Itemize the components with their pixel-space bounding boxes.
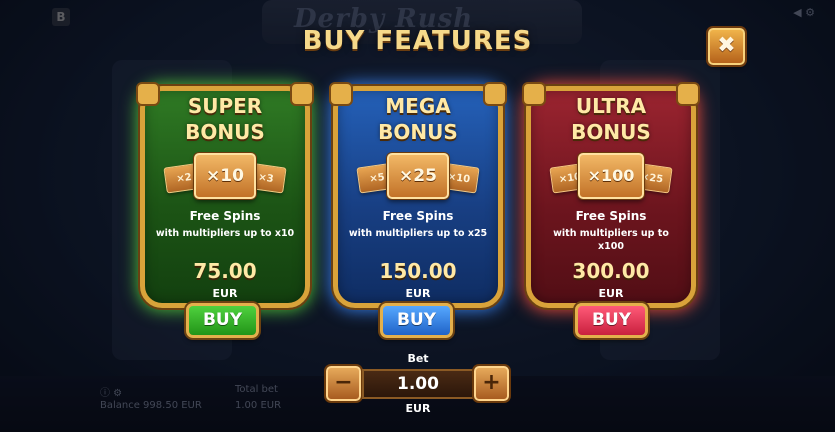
buy-super-bonus-button[interactable]: BUY: [186, 303, 259, 338]
free-spins-title: Free Spins: [575, 209, 647, 223]
price-currency: EUR: [405, 287, 431, 300]
multiplier-plate: ×100: [578, 153, 644, 199]
feature-card-ultra-bonus[interactable]: ULTRA BONUS ×10 ×25 ×100 Free Spins with…: [522, 82, 700, 308]
price-currency: EUR: [598, 287, 624, 300]
bet-value: 1.00: [362, 369, 474, 399]
feature-name: ULTRA BONUS: [571, 94, 651, 144]
feature-card-mega-bonus[interactable]: MEGA BONUS ×5 ×10 ×25 Free Spins with mu…: [329, 82, 507, 308]
feature-price: 75.00: [193, 259, 257, 283]
feature-price: 300.00: [572, 259, 650, 283]
feature-card-super-bonus[interactable]: SUPER BONUS ×2 ×3 ×10 Free Spins with mu…: [136, 82, 314, 308]
feature-description: with multipliers up to x25: [348, 228, 488, 239]
free-spins-title: Free Spins: [189, 209, 261, 223]
free-spins-title: Free Spins: [382, 209, 454, 223]
buy-ultra-bonus-button[interactable]: BUY: [575, 303, 648, 338]
multiplier-badges: ×5 ×10 ×25: [338, 153, 498, 201]
bet-label: Bet: [407, 352, 429, 365]
multiplier-plate: ×25: [387, 153, 449, 199]
multiplier-badges: ×10 ×25 ×100: [531, 153, 691, 201]
buy-mega-bonus-button[interactable]: BUY: [380, 303, 453, 338]
feature-name: SUPER BONUS: [185, 94, 265, 144]
decrease-bet-button[interactable]: −: [326, 366, 361, 401]
bet-currency: EUR: [405, 402, 431, 415]
price-currency: EUR: [212, 287, 238, 300]
feature-description: with multipliers up to x10: [155, 228, 295, 239]
feature-name: MEGA BONUS: [378, 94, 458, 144]
feature-description: with multipliers up to x100: [553, 228, 669, 252]
increase-bet-button[interactable]: +: [474, 366, 509, 401]
close-button[interactable]: ✖: [708, 28, 745, 65]
close-icon: ✖: [717, 33, 736, 58]
feature-price: 150.00: [379, 259, 457, 283]
multiplier-badges: ×2 ×3 ×10: [145, 153, 305, 201]
multiplier-plate: ×10: [194, 153, 256, 199]
